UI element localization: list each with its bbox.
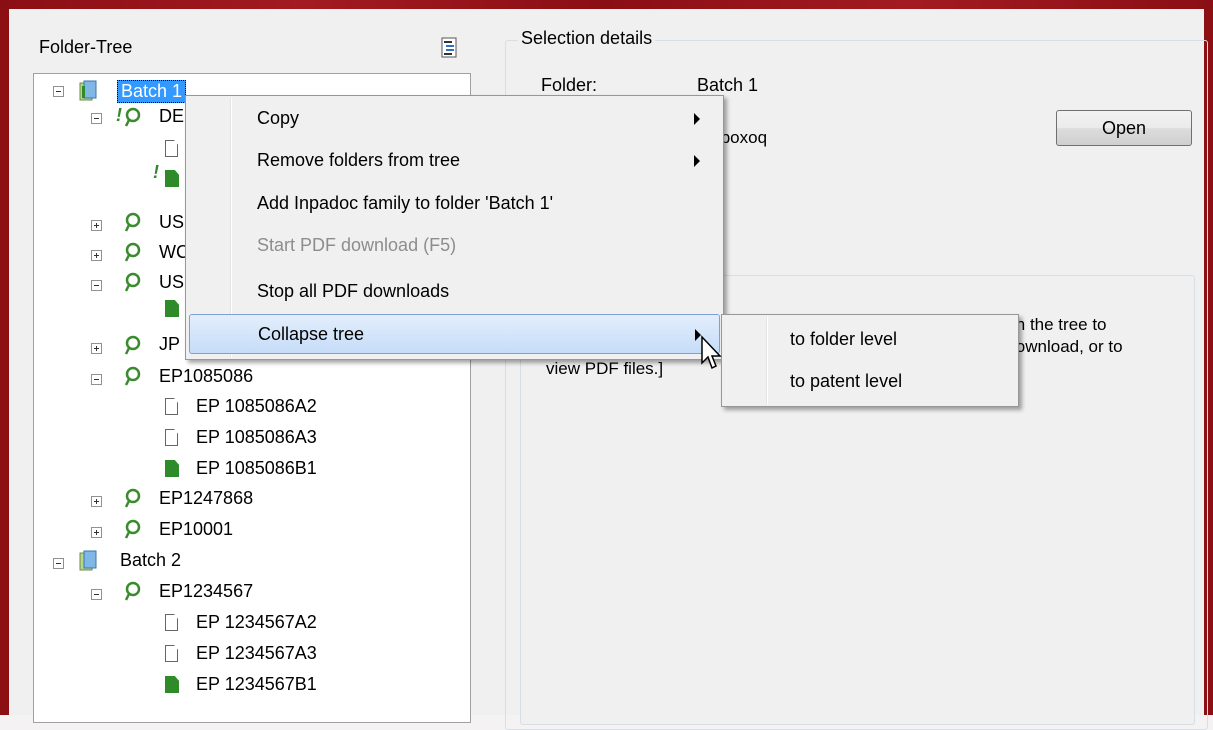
document-icon <box>165 645 178 662</box>
menu-gutter <box>766 317 768 404</box>
menu-item-label: Collapse tree <box>258 324 365 344</box>
tree-node-ep1247868[interactable]: EP1247868 <box>159 488 253 509</box>
document-icon <box>165 398 178 415</box>
mouse-cursor-icon <box>701 335 722 370</box>
patent-family-icon <box>124 242 141 262</box>
folder-label: Folder: <box>541 75 598 95</box>
menu-item-label: Copy <box>257 108 300 128</box>
tree-node-ep1085086a2[interactable]: EP 1085086A2 <box>196 396 317 417</box>
expand-toggle[interactable] <box>91 496 102 507</box>
submenu-item-folder-level[interactable]: to folder level <box>790 329 897 350</box>
pdf-downloaded-icon <box>165 460 179 477</box>
tree-node-ep1234567a3[interactable]: EP 1234567A3 <box>196 643 317 664</box>
document-icon <box>165 140 178 157</box>
menu-item-label: Add Inpadoc family to folder 'Batch 1' <box>257 193 554 213</box>
menu-item-collapse-tree[interactable]: Collapse tree <box>189 314 720 354</box>
batch-folder-icon <box>79 550 97 571</box>
collapse-tree-submenu: to folder level to patent level <box>721 314 1019 407</box>
tree-node-us-2[interactable]: US <box>159 272 184 293</box>
menu-item-add-inpadoc[interactable]: Add Inpadoc family to folder 'Batch 1' <box>189 186 720 222</box>
hint-line-2: lownload, or to <box>1012 337 1123 356</box>
tree-node-ep1085086b1[interactable]: EP 1085086B1 <box>196 458 317 479</box>
collapse-toggle[interactable] <box>91 113 102 124</box>
patent-family-icon <box>124 581 141 601</box>
warning-mark-icon: ! <box>153 162 159 182</box>
expand-toggle[interactable] <box>91 250 102 261</box>
collapse-toggle[interactable] <box>91 280 102 291</box>
patent-family-icon <box>124 488 141 508</box>
menu-item-copy[interactable]: Copy <box>189 101 720 137</box>
folder-tree-title: Folder-Tree <box>39 37 133 57</box>
hint-line-3: view PDF files.] <box>546 359 664 378</box>
pdf-downloaded-icon <box>165 170 179 187</box>
batch-folder-icon <box>79 80 97 101</box>
hint-line-1: in the tree to <box>1012 315 1107 334</box>
submenu-arrow-icon <box>694 155 700 167</box>
collapse-toggle[interactable] <box>91 589 102 600</box>
tree-node-ep1085086a3[interactable]: EP 1085086A3 <box>196 427 317 448</box>
pdf-downloaded-icon <box>165 676 179 693</box>
tree-node-ep1234567a2[interactable]: EP 1234567A2 <box>196 612 317 633</box>
menu-item-label: Stop all PDF downloads <box>257 281 450 301</box>
patent-family-icon <box>124 335 141 355</box>
tree-node-jp[interactable]: JP <box>159 334 180 355</box>
expand-toggle[interactable] <box>91 343 102 354</box>
selection-details-legend: Selection details <box>518 28 656 49</box>
tree-node-batch-1[interactable]: Batch 1 <box>117 80 187 103</box>
document-icon <box>165 429 178 446</box>
context-menu: Copy Remove folders from tree Add Inpado… <box>185 95 724 360</box>
patent-family-icon <box>124 272 141 292</box>
tree-options-icon[interactable] <box>441 37 459 59</box>
tree-node-us[interactable]: US <box>159 212 184 233</box>
menu-item-stop-pdf-downloads[interactable]: Stop all PDF downloads <box>189 274 720 310</box>
tree-node-ep1234567[interactable]: EP1234567 <box>159 581 253 602</box>
submenu-arrow-icon <box>694 113 700 125</box>
menu-item-start-pdf-download: Start PDF download (F5) <box>189 228 720 264</box>
tree-node-ep1085086[interactable]: EP1085086 <box>159 366 253 387</box>
tree-node-ep10001[interactable]: EP10001 <box>159 519 233 540</box>
tree-node-batch-2[interactable]: Batch 2 <box>120 550 181 571</box>
patent-family-icon <box>124 519 141 539</box>
menu-item-label: Start PDF download (F5) <box>257 235 457 255</box>
patent-family-icon <box>124 107 141 127</box>
patent-family-icon <box>124 366 141 386</box>
menu-item-label: Remove folders from tree <box>257 150 461 170</box>
pdf-downloaded-icon <box>165 300 179 317</box>
collapse-toggle[interactable] <box>91 374 102 385</box>
menu-item-remove-folders[interactable]: Remove folders from tree <box>189 143 720 179</box>
expand-toggle[interactable] <box>91 527 102 538</box>
document-icon <box>165 614 178 631</box>
collapse-toggle[interactable] <box>53 86 64 97</box>
patent-family-icon <box>124 212 141 232</box>
window-title-bar <box>0 0 1213 9</box>
folder-value: Batch 1 <box>697 75 759 95</box>
submenu-item-patent-level[interactable]: to patent level <box>790 371 902 392</box>
tree-node-ep1234567b1[interactable]: EP 1234567B1 <box>196 674 317 695</box>
expand-toggle[interactable] <box>91 220 102 231</box>
tree-node-de[interactable]: DE <box>159 106 184 127</box>
open-button[interactable]: Open <box>1056 110 1192 146</box>
collapse-toggle[interactable] <box>53 558 64 569</box>
